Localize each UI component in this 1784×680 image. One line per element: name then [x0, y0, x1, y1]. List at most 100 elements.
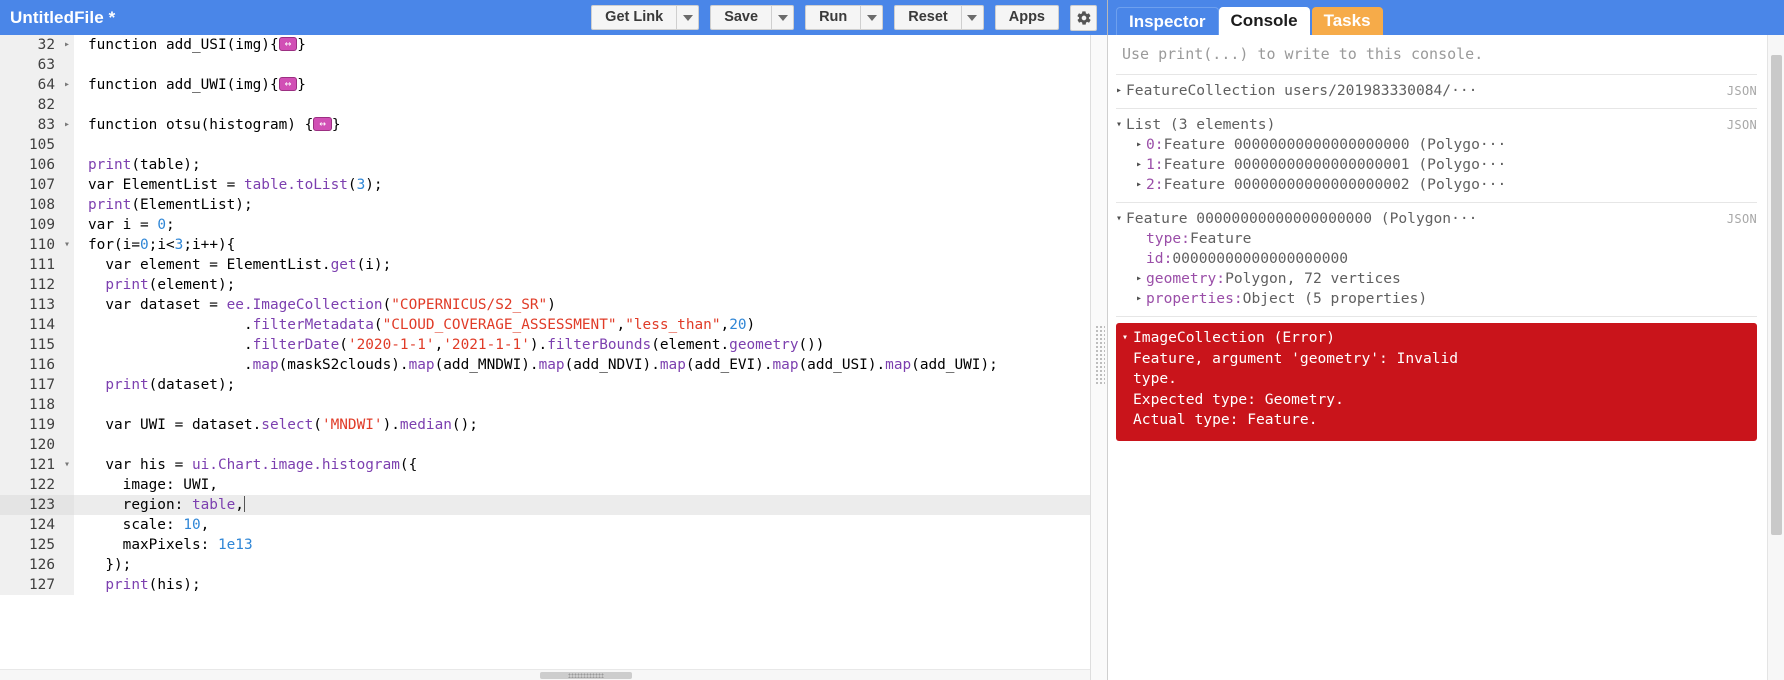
tab-tasks[interactable]: Tasks	[1311, 7, 1383, 35]
reset-dropdown-button[interactable]	[960, 5, 984, 30]
pane-resize-grip[interactable]	[1095, 325, 1105, 385]
line-number: 64	[0, 75, 60, 95]
code-line[interactable]: 108 print(ElementList);	[0, 195, 1090, 215]
twisty-closed-icon[interactable]: ▸	[1136, 269, 1146, 289]
twisty-closed-icon[interactable]: ▸	[1116, 81, 1126, 101]
save-button[interactable]: Save	[710, 5, 772, 30]
code-line[interactable]: 105	[0, 135, 1090, 155]
editor-horizontal-scrollbar[interactable]	[0, 669, 1090, 680]
run-button[interactable]: Run	[805, 5, 861, 30]
get-link-dropdown-button[interactable]	[676, 5, 700, 30]
console-entry-label: Feature 00000000000000000000 (Polygon···	[1126, 210, 1478, 227]
fold-gutter-spacer	[60, 415, 74, 435]
json-link[interactable]: JSON	[1719, 115, 1757, 135]
code-line[interactable]: 115 .filterDate('2020-1-1','2021-1-1').f…	[0, 335, 1090, 355]
console-child-row[interactable]: ▸ 1: Feature 00000000000000000001 (Polygo…	[1116, 155, 1757, 175]
code-token: (ElementList);	[131, 197, 253, 213]
folded-code-widget[interactable]: ↔	[278, 37, 298, 51]
code-line[interactable]: 110 ▾ for(i=0;i<3;i++){	[0, 235, 1090, 255]
console-vertical-scrollbar[interactable]	[1767, 35, 1784, 680]
settings-button[interactable]	[1070, 4, 1097, 31]
code-line-text: var i = 0;	[74, 215, 175, 235]
tab-inspector[interactable]: Inspector	[1116, 7, 1219, 35]
code-line[interactable]: 64 ▸ function add_UWI(img){↔}	[0, 75, 1090, 95]
code-line[interactable]: 119 var UWI = dataset.select('MNDWI').me…	[0, 415, 1090, 435]
folded-code-widget[interactable]: ↔	[313, 117, 332, 131]
get-link-button[interactable]: Get Link	[591, 5, 677, 30]
json-link[interactable]: JSON	[1719, 209, 1757, 229]
fold-toggle-icon[interactable]: ▸	[60, 35, 74, 55]
code-line[interactable]: 63	[0, 55, 1090, 75]
code-token: 3	[356, 177, 366, 193]
tab-console[interactable]: Console	[1218, 7, 1310, 35]
console-child-row[interactable]: ▸ geometry: Polygon, 72 vertices	[1116, 269, 1757, 289]
code-line[interactable]: 121 ▾ var his = ui.Chart.image.histogram(…	[0, 455, 1090, 475]
code-token: .	[88, 337, 253, 353]
code-token: (	[339, 337, 348, 353]
code-token: (his);	[148, 577, 201, 593]
apps-button[interactable]: Apps	[994, 5, 1059, 30]
code-line-text: maxPixels: 1e13	[74, 535, 253, 555]
code-line[interactable]: 112 print(element);	[0, 275, 1090, 295]
code-line[interactable]: 109 var i = 0;	[0, 215, 1090, 235]
code-lines-container[interactable]: 32 ▸ function add_USI(img){↔} 63 64 ▸ function…	[0, 35, 1090, 669]
code-line[interactable]: 113 var dataset = ee.ImageCollection("CO…	[0, 295, 1090, 315]
code-line[interactable]: 124 scale: 10,	[0, 515, 1090, 535]
code-editor[interactable]: 32 ▸ function add_USI(img){↔} 63 64 ▸ function…	[0, 35, 1107, 680]
console-child-row[interactable]: ▸ properties: Object (5 properties)	[1116, 289, 1757, 309]
code-token: var dataset =	[88, 297, 227, 313]
code-line[interactable]: 116 .map(maskS2clouds).map(add_MNDWI).ma…	[0, 355, 1090, 375]
twisty-open-icon[interactable]: ▾	[1116, 209, 1126, 229]
console-entry-header[interactable]: ▾ List (3 elements) JSON	[1116, 115, 1757, 135]
code-line[interactable]: 83 ▸ function otsu(histogram) {↔}	[0, 115, 1090, 135]
twisty-closed-icon[interactable]: ▸	[1136, 175, 1146, 195]
twisty-closed-icon[interactable]: ▸	[1136, 155, 1146, 175]
code-line[interactable]: 117 print(dataset);	[0, 375, 1090, 395]
code-line[interactable]: 32 ▸ function add_USI(img){↔}	[0, 35, 1090, 55]
code-line[interactable]: 107 var ElementList = table.toList(3);	[0, 175, 1090, 195]
fold-toggle-icon[interactable]: ▸	[60, 75, 74, 95]
gear-icon	[1076, 10, 1091, 25]
code-line[interactable]: 82	[0, 95, 1090, 115]
code-token: '2021-1-1'	[443, 337, 530, 353]
twisty-open-icon[interactable]: ▾	[1122, 328, 1133, 349]
code-token: );	[365, 177, 383, 193]
console-entry-header[interactable]: ▸ FeatureCollection users/201983330084/··…	[1116, 81, 1757, 101]
fold-toggle-icon[interactable]: ▸	[60, 115, 74, 135]
code-line[interactable]: 106 print(table);	[0, 155, 1090, 175]
code-line[interactable]: 122 image: UWI,	[0, 475, 1090, 495]
code-line[interactable]: 111 var element = ElementList.get(i);	[0, 255, 1090, 275]
save-dropdown-button[interactable]	[771, 5, 795, 30]
code-line[interactable]: 123 region: table,	[0, 495, 1090, 515]
pane-divider[interactable]	[1090, 35, 1108, 680]
twisty-open-icon[interactable]: ▾	[1116, 115, 1126, 135]
console-child-row[interactable]: ▸ 0: Feature 00000000000000000000 (Polygo…	[1116, 135, 1757, 155]
reset-button[interactable]: Reset	[894, 5, 961, 30]
console-child-row[interactable]: type: Feature	[1116, 229, 1757, 249]
console-child-row[interactable]: ▸ 2: Feature 00000000000000000002 (Polygo…	[1116, 175, 1757, 195]
folded-code-widget[interactable]: ↔	[278, 77, 298, 91]
code-line[interactable]: 127 print(his);	[0, 575, 1090, 595]
code-line[interactable]: 114 .filterMetadata("CLOUD_COVERAGE_ASSE…	[0, 315, 1090, 335]
code-line[interactable]: 126 });	[0, 555, 1090, 575]
line-number: 123	[0, 495, 60, 515]
console-child-row[interactable]: id: 00000000000000000000	[1116, 249, 1757, 269]
line-number: 121	[0, 455, 60, 475]
run-dropdown-button[interactable]	[860, 5, 884, 30]
twisty-closed-icon[interactable]: ▸	[1136, 289, 1146, 309]
fold-toggle-icon[interactable]: ▾	[60, 235, 74, 255]
code-token: '2020-1-1'	[347, 337, 435, 353]
code-line[interactable]: 120	[0, 435, 1090, 455]
console-entry-header[interactable]: ▾ Feature 00000000000000000000 (Polygon··…	[1116, 209, 1757, 229]
console-error-message[interactable]: ▾ ImageCollection (Error) Feature, argumen…	[1116, 323, 1757, 441]
json-link[interactable]: JSON	[1719, 81, 1757, 101]
console-body: Use print(...) to write to this console.…	[1108, 35, 1784, 680]
error-header[interactable]: ▾ ImageCollection (Error)	[1122, 328, 1749, 349]
code-line[interactable]: 118	[0, 395, 1090, 415]
editor-horizontal-scroll-thumb[interactable]	[540, 672, 632, 679]
fold-toggle-icon[interactable]: ▾	[60, 455, 74, 475]
code-line[interactable]: 125 maxPixels: 1e13	[0, 535, 1090, 555]
twisty-closed-icon[interactable]: ▸	[1136, 135, 1146, 155]
console-vertical-scroll-thumb[interactable]	[1771, 55, 1782, 535]
